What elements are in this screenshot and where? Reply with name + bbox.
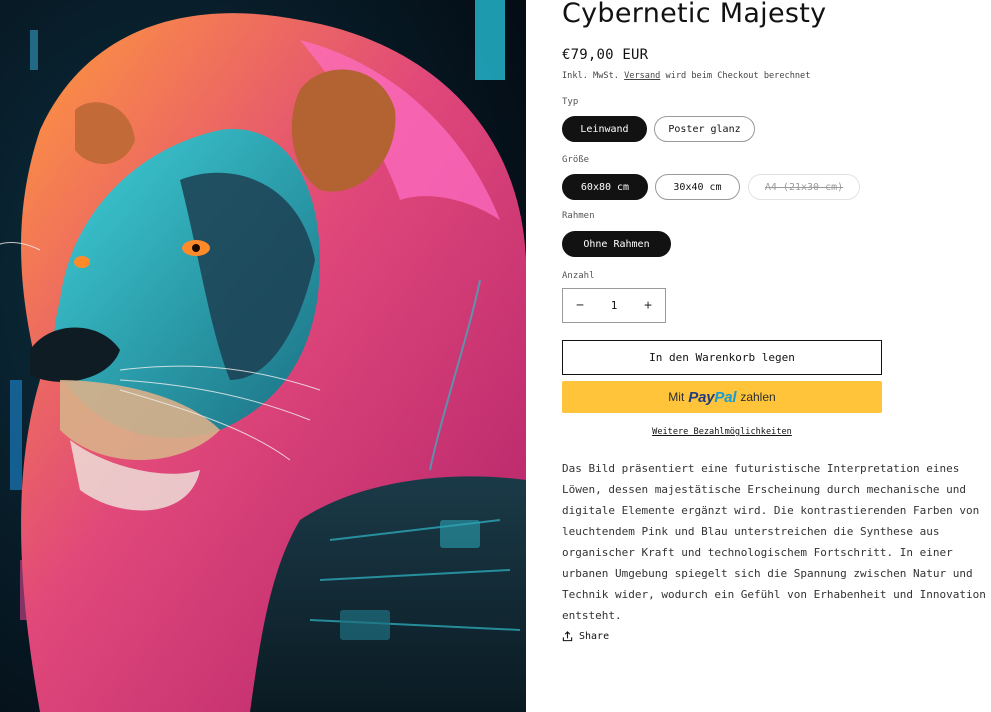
paypal-suffix: zahlen [740, 390, 776, 404]
more-payment-options: Weitere Bezahlmöglichkeiten [562, 427, 882, 437]
quantity-increase-button[interactable]: + [631, 298, 665, 313]
product-description: Das Bild präsentiert eine futuristische … [562, 462, 986, 622]
add-to-cart-button[interactable]: In den Warenkorb legen [562, 340, 882, 375]
lion-artwork [0, 0, 526, 712]
tax-note: Inkl. MwSt. Versand wird beim Checkout b… [562, 71, 810, 81]
size-option-a4[interactable]: A4 (21x30 cm) [748, 174, 860, 200]
share-label: Share [579, 631, 610, 642]
quantity-label: Anzahl [562, 271, 595, 281]
size-option-30x40[interactable]: 30x40 cm [655, 174, 740, 200]
paypal-logo-icon: PayPal [688, 388, 737, 406]
paypal-prefix: Mit [668, 390, 685, 404]
share-button[interactable]: Share [562, 631, 609, 642]
product-info: Cybernetic Majesty €79,00 EUR Inkl. MwSt… [562, 0, 991, 712]
share-icon [562, 631, 573, 642]
frame-option-ohne-rahmen[interactable]: Ohne Rahmen [562, 231, 671, 257]
product-title: Cybernetic Majesty [562, 0, 827, 29]
product-price: €79,00 EUR [562, 47, 649, 63]
type-option-leinwand[interactable]: Leinwand [562, 116, 647, 142]
shipping-link[interactable]: Versand [624, 71, 660, 81]
quantity-value[interactable]: 1 [597, 299, 631, 312]
type-option-label: Typ [562, 97, 579, 107]
more-payment-link[interactable]: Weitere Bezahlmöglichkeiten [652, 427, 792, 437]
size-option-label: Größe [562, 155, 590, 165]
frame-option-label: Rahmen [562, 211, 595, 221]
tax-prefix: Inkl. MwSt. [562, 71, 619, 81]
size-option-60x80[interactable]: 60x80 cm [562, 174, 648, 200]
paypal-button[interactable]: Mit PayPal zahlen [562, 381, 882, 413]
tax-suffix: wird beim Checkout berechnet [665, 71, 811, 81]
product-image[interactable] [0, 0, 526, 712]
quantity-stepper: − 1 + [562, 288, 666, 323]
quantity-decrease-button[interactable]: − [563, 298, 597, 313]
type-option-poster-glanz[interactable]: Poster glanz [654, 116, 755, 142]
